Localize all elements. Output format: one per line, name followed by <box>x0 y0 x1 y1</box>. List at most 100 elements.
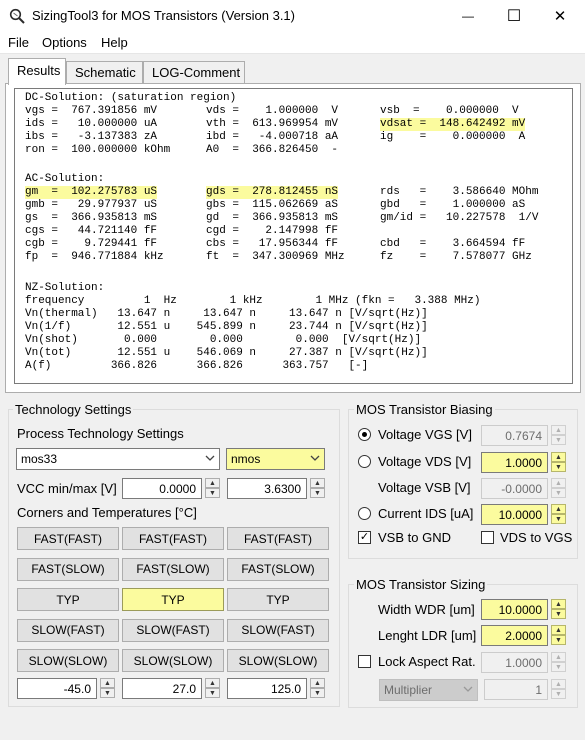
vgs-radio[interactable] <box>358 428 371 441</box>
ids-label: Current IDS [uA] <box>378 506 474 521</box>
temp-max-stepper[interactable]: ▲ ▼ <box>310 678 325 699</box>
corner-button[interactable]: TYP <box>122 588 224 611</box>
lock-aspect-checkbox[interactable] <box>358 655 371 668</box>
result-cell: vds = 1.000000 V <box>206 105 345 117</box>
menu-help[interactable]: Help <box>101 35 128 50</box>
corner-button[interactable]: SLOW(FAST) <box>17 618 119 642</box>
result-cell: ids = 10.000000 uA <box>25 118 158 130</box>
corner-button[interactable]: TYP <box>17 588 119 611</box>
result-cell: vsb = 0.000000 V <box>380 105 519 117</box>
vds-stepper[interactable]: ▲ ▼ <box>551 452 566 473</box>
ldr-input[interactable]: 2.0000 <box>481 625 548 646</box>
vds-to-vgs-label: VDS to VGS <box>500 530 573 545</box>
menu-options[interactable]: Options <box>42 35 87 50</box>
ldr-label: Lenght LDR [um] <box>378 628 477 643</box>
result-cell: gds = 278.812455 nS <box>206 186 339 199</box>
vgs-label: Voltage VGS [V] <box>378 427 472 442</box>
corner-button[interactable]: SLOW(FAST) <box>227 618 329 642</box>
result-cell: vth = 613.969954 mV <box>206 118 339 130</box>
corner-button[interactable]: TYP <box>227 588 329 611</box>
multiplier-stepper[interactable]: ▲ ▼ <box>551 679 566 700</box>
chevron-down-icon <box>310 455 320 461</box>
corner-button[interactable]: SLOW(SLOW) <box>122 649 224 672</box>
result-cell: A0 = 366.826450 - <box>206 144 339 156</box>
tab-log-comment[interactable]: LOG-Comment <box>143 61 245 83</box>
tab-schematic[interactable]: Schematic <box>66 61 143 83</box>
vsb-label: Voltage VSB [V] <box>378 480 471 495</box>
close-button[interactable]: ✕ <box>537 0 583 32</box>
dc-solution-header: DC-Solution: (saturation region) <box>25 92 237 104</box>
corner-button[interactable]: FAST(SLOW) <box>17 557 119 581</box>
result-cell: ft = 347.300969 MHz <box>206 251 345 263</box>
transistor-type-select[interactable]: nmos <box>226 448 325 470</box>
corner-button[interactable]: SLOW(SLOW) <box>17 649 119 672</box>
multiplier-input[interactable]: 1 <box>484 679 548 700</box>
process-select-value: mos33 <box>21 452 58 466</box>
vcc-min-input[interactable]: 0.0000 <box>122 478 202 499</box>
results-output[interactable]: DC-Solution: (saturation region) AC-Solu… <box>14 88 573 384</box>
temp-min-stepper[interactable]: ▲ ▼ <box>100 678 115 699</box>
ldr-stepper[interactable]: ▲ ▼ <box>551 625 566 646</box>
aspect-ratio-input[interactable]: 1.0000 <box>481 652 548 673</box>
corner-button[interactable]: FAST(FAST) <box>122 527 224 550</box>
corner-button[interactable]: FAST(SLOW) <box>122 557 224 581</box>
vcc-max-stepper[interactable]: ▲ ▼ <box>310 478 325 499</box>
vsb-stepper[interactable]: ▲ ▼ <box>551 478 566 499</box>
menu-bar <box>0 32 585 54</box>
ids-input[interactable]: 10.0000 <box>481 504 548 525</box>
minimize-button[interactable]: — <box>445 0 491 32</box>
nz-solution-header: NZ-Solution: <box>25 282 105 294</box>
result-cell: fp = 946.771884 kHz <box>25 251 164 263</box>
temp-typ-stepper[interactable]: ▲ ▼ <box>205 678 220 699</box>
menu-file[interactable]: File <box>8 35 29 50</box>
chevron-down-icon <box>205 455 215 461</box>
result-cell: cbd = 3.664594 fF <box>380 238 526 250</box>
tab-results[interactable]: Results <box>8 58 66 85</box>
result-cell: gbd = 1.000000 aS <box>380 199 526 211</box>
vcc-label: VCC min/max [V] <box>17 481 117 496</box>
vgs-stepper[interactable]: ▲ ▼ <box>551 425 566 446</box>
noise-row: frequency 1 Hz 1 kHz 1 MHz (fkn = 3.388 … <box>25 295 481 307</box>
corner-button[interactable]: FAST(FAST) <box>227 527 329 550</box>
result-cell: cbs = 17.956344 fF <box>206 238 339 250</box>
vds-input[interactable]: 1.0000 <box>481 452 548 473</box>
result-cell: fz = 7.578077 GHz <box>380 251 532 263</box>
vgs-input[interactable]: 0.7674 <box>481 425 548 446</box>
noise-row: A(f) 366.826 366.826 363.757 [-] <box>25 360 369 372</box>
vcc-min-stepper[interactable]: ▲ ▼ <box>205 478 220 499</box>
wdr-input[interactable]: 10.0000 <box>481 599 548 620</box>
vds-to-vgs-checkbox[interactable] <box>481 531 494 544</box>
maximize-icon: ☐ <box>506 8 522 25</box>
lock-aspect-label: Lock Aspect Rat. <box>378 654 476 669</box>
vsb-to-gnd-label: VSB to GND <box>378 530 451 545</box>
corner-button[interactable]: FAST(SLOW) <box>227 557 329 581</box>
corner-button[interactable]: SLOW(SLOW) <box>227 649 329 672</box>
temp-max-input[interactable]: 125.0 <box>227 678 307 699</box>
wdr-stepper[interactable]: ▲ ▼ <box>551 599 566 620</box>
wdr-label: Width WDR [um] <box>378 602 475 617</box>
noise-row: Vn(1/f) 12.551 u 545.899 n 23.744 n [V/s… <box>25 321 428 333</box>
temp-min-input[interactable]: -45.0 <box>17 678 97 699</box>
ids-stepper[interactable]: ▲ ▼ <box>551 504 566 525</box>
multiplier-select[interactable]: Multiplier <box>379 679 478 701</box>
vcc-max-input[interactable]: 3.6300 <box>227 478 307 499</box>
vsb-to-gnd-checkbox[interactable]: ✓ <box>358 531 371 544</box>
ac-solution-header: AC-Solution: <box>25 173 105 185</box>
vds-radio[interactable] <box>358 455 371 468</box>
technology-settings-title: Technology Settings <box>13 402 134 417</box>
process-select[interactable]: mos33 <box>16 448 220 470</box>
window-title: SizingTool3 for MOS Transistors (Version… <box>32 8 295 23</box>
result-cell: gs = 366.935813 mS <box>25 212 158 224</box>
chevron-down-icon <box>463 686 473 692</box>
maximize-button[interactable]: ☐ <box>491 0 537 32</box>
result-cell: cgd = 2.147998 fF <box>206 225 339 237</box>
corner-button[interactable]: FAST(FAST) <box>17 527 119 550</box>
result-cell: cgs = 44.721140 fF <box>25 225 158 237</box>
vsb-input[interactable]: -0.0000 <box>481 478 548 499</box>
process-technology-label: Process Technology Settings <box>17 426 184 441</box>
corner-button[interactable]: SLOW(FAST) <box>122 618 224 642</box>
aspect-ratio-stepper[interactable]: ▲ ▼ <box>551 652 566 673</box>
noise-row: Vn(tot) 12.551 u 546.069 n 27.387 n [V/s… <box>25 347 428 359</box>
ids-radio[interactable] <box>358 507 371 520</box>
temp-typ-input[interactable]: 27.0 <box>122 678 202 699</box>
